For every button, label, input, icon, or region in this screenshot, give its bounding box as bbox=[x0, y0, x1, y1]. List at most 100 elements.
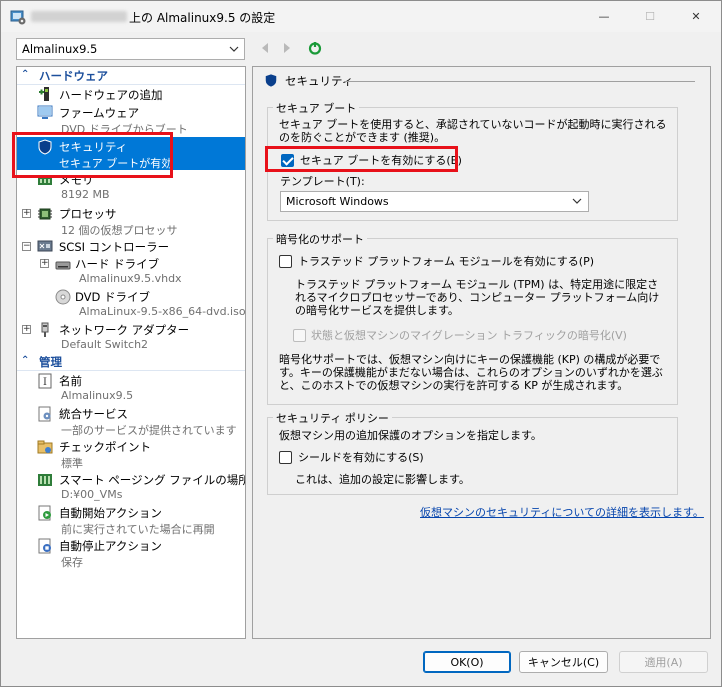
hyperv-settings-icon bbox=[10, 10, 26, 25]
traffic-encryption-checkbox[interactable] bbox=[293, 329, 306, 342]
sidebar-item-label: DVD ドライブ bbox=[75, 290, 151, 304]
dvd-drive-icon bbox=[55, 289, 71, 305]
management-section-header[interactable]: ⌃ 管理 bbox=[17, 354, 245, 371]
sidebar-item-sub: Default Switch2 bbox=[61, 338, 149, 351]
sidebar-item-label: ハードウェアの追加 bbox=[59, 88, 163, 102]
apply-button[interactable]: 適用(A) bbox=[619, 651, 708, 673]
template-dropdown[interactable]: Microsoft Windows bbox=[280, 191, 589, 212]
sidebar-item-sub: D:¥00_VMs bbox=[61, 488, 123, 501]
sidebar-item-auto-stop[interactable]: 自動停止アクション 保存 bbox=[17, 537, 245, 570]
traffic-encryption-label[interactable]: 状態と仮想マシンのマイグレーション トラフィックの暗号化(V) bbox=[311, 329, 627, 342]
tpm-description: トラステッド プラットフォーム モジュール (TPM) は、特定用途に限定される… bbox=[295, 278, 660, 317]
header-divider bbox=[345, 81, 695, 82]
tpm-checkbox[interactable] bbox=[279, 255, 292, 268]
sidebar-item-label: チェックポイント bbox=[59, 440, 151, 454]
hardware-section-header[interactable]: ⌃ ハードウェア bbox=[17, 68, 245, 85]
sidebar-item-sub: 標準 bbox=[61, 457, 83, 470]
scsi-controller-icon bbox=[37, 240, 53, 252]
panel-title: セキュリティ bbox=[285, 74, 354, 88]
sidebar-item-network-adapter[interactable]: + ネットワーク アダプター Default Switch2 bbox=[17, 321, 245, 354]
key-protector-description: 暗号化サポートでは、仮想マシン向けにキーの保護機能 (KP) の構成が必要です。… bbox=[279, 353, 663, 392]
network-adapter-icon bbox=[41, 322, 49, 337]
hardware-section-label: ハードウェア bbox=[39, 69, 108, 83]
sidebar-item-sub: 一部のサービスが提供されています bbox=[61, 424, 237, 437]
collapse-icon: ⌃ bbox=[21, 69, 30, 80]
auto-stop-icon bbox=[38, 538, 51, 554]
blurred-host-name bbox=[31, 11, 127, 22]
sidebar-item-label: ハード ドライブ bbox=[75, 257, 160, 271]
sidebar-item-label: 自動開始アクション bbox=[59, 506, 162, 520]
back-icon[interactable] bbox=[258, 41, 272, 55]
secure-boot-description: セキュア ブートを使用すると、承認されていないコードが起動時に実行されるのを防ぐ… bbox=[279, 118, 667, 144]
sidebar-item-sub: 12 個の仮想プロセッサ bbox=[61, 224, 178, 237]
shield-checkbox-label[interactable]: シールドを有効にする(S) bbox=[298, 451, 424, 464]
expand-icon[interactable]: + bbox=[40, 259, 49, 268]
sidebar-item-add-hardware[interactable]: ハードウェアの追加 bbox=[17, 86, 245, 103]
collapse-icon: ⌃ bbox=[21, 355, 30, 366]
template-label: テンプレート(T): bbox=[280, 175, 365, 188]
refresh-icon[interactable] bbox=[308, 41, 322, 55]
tpm-checkbox-label[interactable]: トラステッド プラットフォーム モジュールを有効にする(P) bbox=[298, 255, 594, 268]
sidebar-item-scsi[interactable]: − SCSI コントローラー bbox=[17, 238, 245, 255]
sidebar-item-sub: AlmaLinux-9.5-x86_64-dvd.iso bbox=[79, 305, 246, 318]
security-policy-group-title: セキュリティ ポリシー bbox=[273, 410, 392, 426]
integration-services-icon bbox=[38, 406, 51, 422]
sidebar-item-sub: Almalinux9.5.vhdx bbox=[79, 272, 182, 285]
maximize-button[interactable]: ☐ bbox=[627, 1, 673, 31]
sidebar-item-label: プロセッサ bbox=[59, 207, 117, 221]
ok-button[interactable]: OK(O) bbox=[423, 651, 511, 673]
svg-text:I: I bbox=[43, 377, 47, 388]
chevron-down-icon bbox=[229, 46, 239, 52]
sidebar-item-sub: 8192 MB bbox=[61, 188, 110, 201]
window-title: 上の Almalinux9.5 の設定 bbox=[129, 11, 276, 25]
maximize-icon: ☐ bbox=[645, 9, 655, 23]
cancel-button[interactable]: キャンセル(C) bbox=[519, 651, 608, 673]
sidebar-item-sub: 前に実行されていた場合に再開 bbox=[61, 523, 215, 536]
sidebar-item-dvd-drive[interactable]: DVD ドライブ AlmaLinux-9.5-x86_64-dvd.iso bbox=[17, 288, 245, 321]
sidebar-item-label: ネットワーク アダプター bbox=[59, 323, 190, 337]
hard-drive-icon bbox=[55, 261, 71, 270]
checkpoint-icon bbox=[37, 440, 53, 454]
add-hardware-icon bbox=[39, 87, 49, 101]
close-button[interactable]: ✕ bbox=[673, 1, 719, 31]
sidebar-item-auto-start[interactable]: 自動開始アクション 前に実行されていた場合に再開 bbox=[17, 504, 245, 537]
minimize-button[interactable]: — bbox=[581, 1, 627, 31]
security-details-link[interactable]: 仮想マシンのセキュリティについての詳細を表示します。 bbox=[420, 504, 704, 520]
encryption-group-title: 暗号化のサポート bbox=[273, 231, 367, 247]
sidebar-item-name[interactable]: I 名前 Almalinux9.5 bbox=[17, 372, 245, 405]
shield-checkbox[interactable] bbox=[279, 451, 292, 464]
sidebar-item-label: スマート ページング ファイルの場所 bbox=[59, 473, 246, 487]
sidebar-item-hard-drive[interactable]: + ハード ドライブ Almalinux9.5.vhdx bbox=[17, 255, 245, 288]
sidebar-item-smart-paging[interactable]: スマート ページング ファイルの場所 D:¥00_VMs bbox=[17, 471, 245, 504]
processor-icon bbox=[38, 208, 52, 220]
secure-boot-group-title: セキュア ブート bbox=[273, 100, 360, 116]
title-bar: 上の Almalinux9.5 の設定 — ☐ ✕ bbox=[1, 1, 721, 32]
sidebar-item-label: 自動停止アクション bbox=[59, 539, 162, 553]
management-section-label: 管理 bbox=[39, 355, 62, 369]
settings-window: 上の Almalinux9.5 の設定 — ☐ ✕ Almalinux9.5 ⌃… bbox=[0, 0, 722, 687]
close-icon: ✕ bbox=[691, 9, 701, 23]
minimize-icon: — bbox=[598, 9, 610, 23]
highlight-box-secure-boot bbox=[265, 146, 458, 172]
vm-selector-dropdown[interactable]: Almalinux9.5 bbox=[16, 38, 245, 60]
sidebar-item-processor[interactable]: + プロセッサ 12 個の仮想プロセッサ bbox=[17, 205, 245, 238]
chevron-down-icon bbox=[572, 198, 582, 204]
sidebar-item-label: 名前 bbox=[59, 374, 82, 388]
firmware-icon bbox=[37, 105, 53, 119]
sidebar-item-sub: Almalinux9.5 bbox=[61, 389, 134, 402]
forward-icon[interactable] bbox=[280, 41, 294, 55]
sidebar-item-label: ファームウェア bbox=[59, 106, 140, 120]
collapse-icon[interactable]: − bbox=[22, 242, 31, 251]
sidebar-item-label: SCSI コントローラー bbox=[59, 240, 170, 254]
shield-note: これは、追加の設定に影響します。 bbox=[295, 473, 470, 486]
sidebar-item-sub: 保存 bbox=[61, 556, 83, 569]
name-icon: I bbox=[38, 373, 52, 389]
security-policy-description: 仮想マシン用の追加保護のオプションを指定します。 bbox=[279, 429, 542, 442]
smart-paging-icon bbox=[38, 474, 52, 486]
sidebar-item-checkpoint[interactable]: チェックポイント 標準 bbox=[17, 438, 245, 471]
vm-selector-value: Almalinux9.5 bbox=[22, 42, 98, 56]
highlight-box-security bbox=[12, 132, 173, 178]
sidebar-item-integration-services[interactable]: 統合サービス 一部のサービスが提供されています bbox=[17, 405, 245, 438]
expand-icon[interactable]: + bbox=[22, 209, 31, 218]
expand-icon[interactable]: + bbox=[22, 325, 31, 334]
